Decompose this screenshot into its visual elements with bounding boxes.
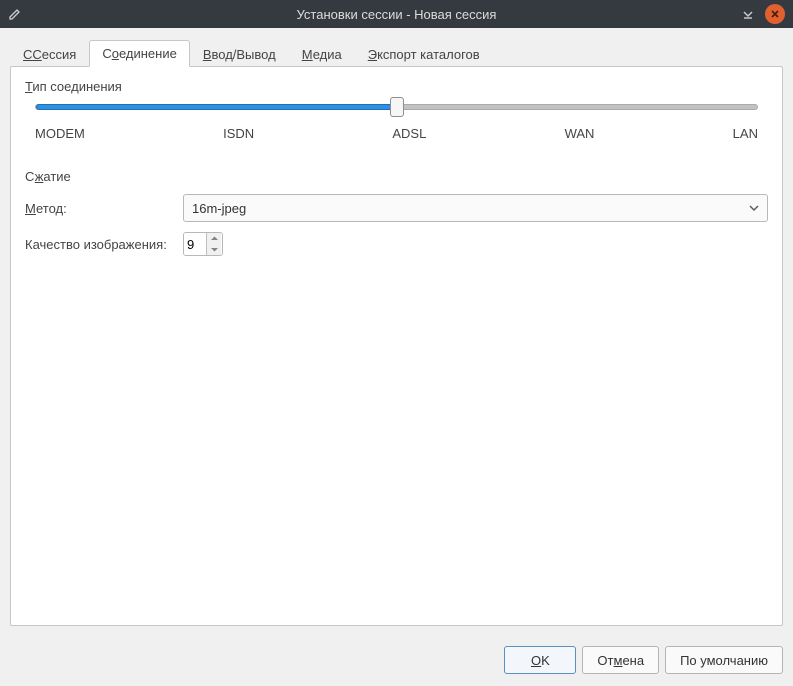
slider-tick-adsl: ADSL [392, 126, 426, 141]
minimize-icon[interactable] [739, 5, 757, 23]
chevron-down-icon [749, 203, 759, 213]
spin-buttons [206, 233, 221, 255]
window: Установки сессии - Новая сессия ССессия … [0, 0, 793, 686]
window-title: Установки сессии - Новая сессия [0, 7, 793, 22]
method-select[interactable]: 16m-jpeg [183, 194, 768, 222]
method-label: Метод: [25, 201, 175, 216]
slider-tick-isdn: ISDN [223, 126, 254, 141]
tab-pane-connection: Тип соединения MODEM ISDN ADSL WAN LAN С… [10, 66, 783, 626]
connection-type-slider-wrap: MODEM ISDN ADSL WAN LAN [25, 104, 768, 147]
compression-label: Сжатие [25, 169, 768, 184]
default-button[interactable]: По умолчанию [665, 646, 783, 674]
cancel-button[interactable]: Отмена [582, 646, 659, 674]
connection-type-label: Тип соединения [25, 79, 768, 94]
tab-media[interactable]: Медиа [289, 41, 355, 67]
tab-connection[interactable]: Соединение [89, 40, 190, 67]
close-icon[interactable] [765, 4, 785, 24]
titlebar: Установки сессии - Новая сессия [0, 0, 793, 28]
spin-down-icon[interactable] [207, 244, 221, 255]
slider-tick-lan: LAN [733, 126, 758, 141]
tab-export[interactable]: Экспорт каталогов [355, 41, 493, 67]
method-value: 16m-jpeg [192, 201, 246, 216]
slider-thumb[interactable] [390, 97, 404, 117]
app-icon [8, 7, 22, 21]
slider-labels: MODEM ISDN ADSL WAN LAN [35, 126, 758, 141]
slider-fill [36, 104, 397, 110]
quality-spin[interactable] [183, 232, 223, 256]
spin-up-icon[interactable] [207, 233, 221, 244]
ok-button[interactable]: OK [504, 646, 576, 674]
content: ССессия Соединение Ввод/Вывод Медиа Эксп… [0, 28, 793, 636]
slider-tick-modem: MODEM [35, 126, 85, 141]
tab-session[interactable]: ССессия [10, 41, 89, 67]
quality-input[interactable] [184, 233, 206, 255]
slider-tick-wan: WAN [565, 126, 595, 141]
titlebar-controls [739, 4, 785, 24]
footer: OK Отмена По умолчанию [0, 636, 793, 686]
quality-cell [183, 232, 768, 256]
tab-io[interactable]: Ввод/Вывод [190, 41, 289, 67]
quality-label: Качество изображения: [25, 237, 175, 252]
connection-type-slider[interactable] [35, 104, 758, 110]
compression-form: Метод: 16m-jpeg Качество изображения: [25, 194, 768, 256]
tabbar: ССессия Соединение Ввод/Вывод Медиа Эксп… [10, 38, 783, 66]
